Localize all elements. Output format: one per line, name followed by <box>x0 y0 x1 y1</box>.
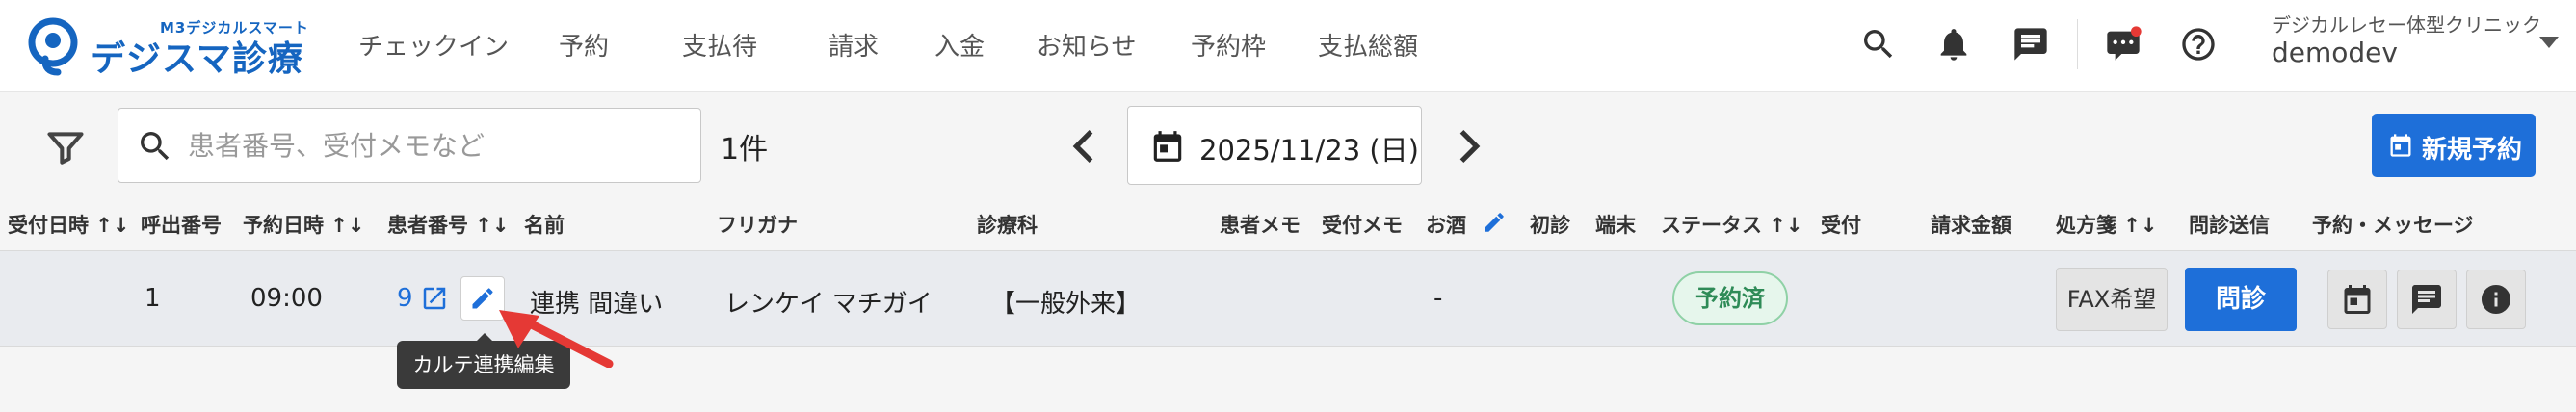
nav-checkin[interactable]: チェックイン <box>358 27 509 63</box>
prev-date-chevron-icon[interactable] <box>1060 121 1110 171</box>
filter-icon[interactable] <box>44 127 87 169</box>
th-sake: お酒 <box>1426 214 1466 237</box>
bell-icon[interactable] <box>1931 21 1977 67</box>
open-external-icon[interactable] <box>412 276 457 321</box>
status-badge: 予約済 <box>1672 271 1788 325</box>
cell-patient-number[interactable]: 9 <box>397 284 413 313</box>
logo-icon <box>28 17 78 76</box>
search-box[interactable] <box>118 108 701 183</box>
calendar-icon <box>2344 285 2371 314</box>
th-first-visit: 初診 <box>1530 214 1570 237</box>
chat-notification-icon[interactable] <box>2100 21 2146 67</box>
date-picker[interactable]: 2025/11/23 (日) <box>1127 106 1422 185</box>
th-reception-memo: 受付メモ <box>1322 214 1403 237</box>
nav-reservation[interactable]: 予約 <box>559 27 609 63</box>
next-date-chevron-icon[interactable] <box>1443 121 1493 171</box>
th-name: 名前 <box>524 214 565 237</box>
prescription-fax-button[interactable]: FAX希望 <box>2056 268 2168 331</box>
user-menu-caret-icon[interactable] <box>2539 37 2559 48</box>
selected-date: 2025/11/23 (日) <box>1199 134 1419 167</box>
new-reservation-label: 新規予約 <box>2422 136 2523 165</box>
th-billing-amount: 請求金額 <box>1931 214 2011 237</box>
nav-reservation-slots[interactable]: 予約枠 <box>1191 27 1266 63</box>
th-patient-memo: 患者メモ <box>1220 214 1301 237</box>
info-icon <box>2482 285 2510 314</box>
nav-payment-total[interactable]: 支払総額 <box>1318 27 1418 63</box>
inquiry-button[interactable]: 問診 <box>2185 268 2297 331</box>
cell-reservation-time: 09:00 <box>250 284 323 313</box>
th-reservation-message: 予約・メッセージ <box>2312 214 2474 237</box>
message-button[interactable] <box>2397 270 2457 329</box>
logo-title: デジスマ診療 <box>91 39 303 79</box>
search-field-icon <box>141 132 170 161</box>
cell-sake: - <box>1433 284 1443 313</box>
user-name[interactable]: demodev <box>2272 37 2398 68</box>
message-icon[interactable] <box>2008 21 2054 67</box>
search-icon[interactable] <box>1855 21 1902 67</box>
th-status[interactable]: ステータス ↑↓ <box>1661 210 1803 239</box>
app-logo[interactable]: M3デジカルスマート デジスマ診療 <box>25 15 308 79</box>
new-reservation-button[interactable]: 新規予約 <box>2372 114 2536 177</box>
calendar-add-icon <box>2390 134 2411 157</box>
th-reservation-time[interactable]: 予約日時 ↑↓ <box>243 210 365 239</box>
annotation-arrow-icon <box>499 310 614 368</box>
th-reception: 受付 <box>1821 214 1861 237</box>
clinic-name: デジカルレセー体型クリニック <box>2272 13 2541 37</box>
calendar-icon <box>1153 131 1182 162</box>
nav-deposit[interactable]: 入金 <box>934 27 985 63</box>
th-patient-number[interactable]: 患者番号 ↑↓ <box>387 210 510 239</box>
th-department: 診療科 <box>977 214 1038 237</box>
cell-furigana: レンケイ マチガイ <box>724 290 933 319</box>
search-input[interactable] <box>188 124 679 167</box>
nav-billing[interactable]: 請求 <box>828 27 879 63</box>
th-terminal: 端末 <box>1595 214 1636 237</box>
pencil-icon[interactable] <box>1482 210 1507 235</box>
pencil-icon <box>472 288 493 309</box>
cell-department: 【一般外来】 <box>990 290 1142 319</box>
result-count: 1件 <box>721 133 769 167</box>
app-header: M3デジカルスマート デジスマ診療 チェックイン 予約 支払待 請求 入金 お知… <box>0 0 2576 92</box>
message-icon <box>2412 285 2441 314</box>
table-header: 受付日時 ↑↓ 呼出番号 予約日時 ↑↓ 患者番号 ↑↓ 名前 フリガナ 診療科… <box>0 196 2576 248</box>
cell-call-number: 1 <box>145 284 161 313</box>
th-call-number: 呼出番号 <box>141 214 222 237</box>
th-checkin-time[interactable]: 受付日時 ↑↓ <box>8 210 130 239</box>
nav-payment-waiting[interactable]: 支払待 <box>682 27 757 63</box>
header-divider <box>2077 19 2078 69</box>
info-button[interactable] <box>2466 270 2526 329</box>
nav-notices[interactable]: お知らせ <box>1037 27 1136 63</box>
reservation-calendar-button[interactable] <box>2327 270 2387 329</box>
th-prescription[interactable]: 処方箋 ↑↓ <box>2056 210 2158 239</box>
th-furigana: フリガナ <box>717 214 798 237</box>
help-icon[interactable] <box>2175 21 2221 67</box>
th-inquiry-send: 問診送信 <box>2189 214 2270 237</box>
